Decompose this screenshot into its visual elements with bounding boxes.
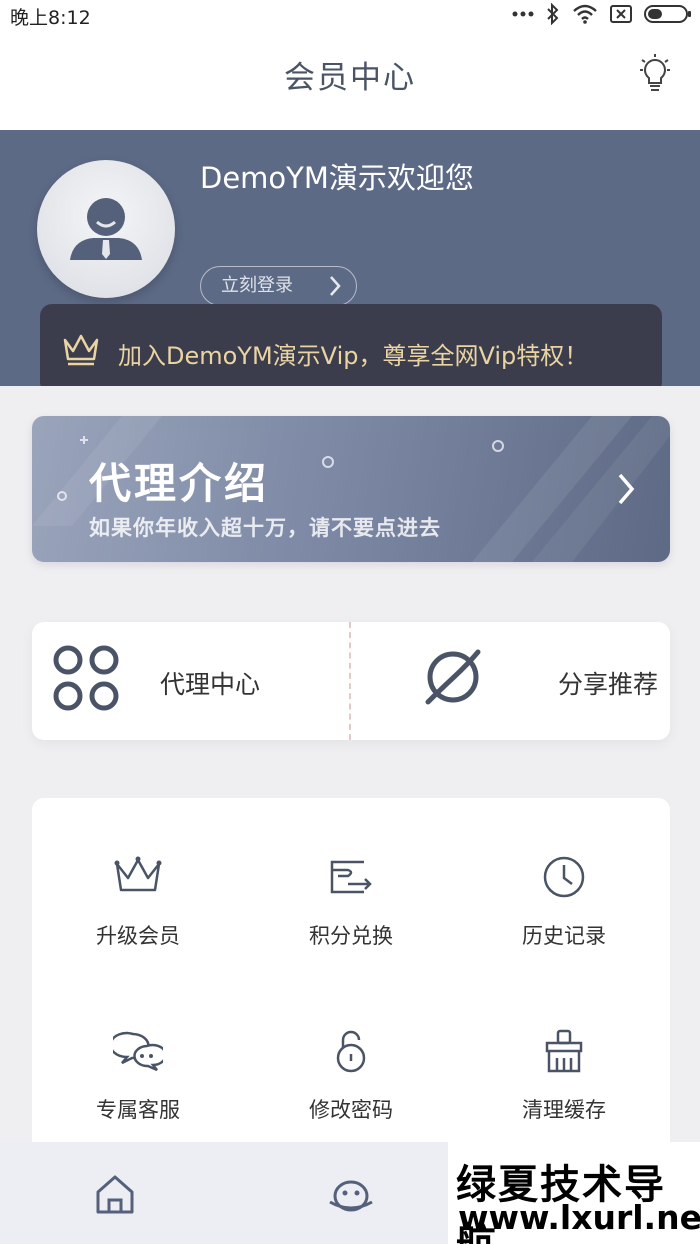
planet-icon [420, 644, 486, 714]
home-icon[interactable] [92, 1172, 138, 1222]
chevron-right-icon [616, 472, 636, 510]
vip-promo-bar[interactable]: 加入DemoYM演示Vip，尊享全网Vip特权！ [40, 304, 662, 386]
clear-cache-label: 清理缓存 [522, 1098, 606, 1122]
quick-actions-card: 代理中心 分享推荐 [32, 622, 670, 740]
page-title: 会员中心 [284, 60, 416, 96]
broom-icon [458, 1028, 670, 1078]
status-bar: 晚上8:12 [0, 0, 700, 29]
status-time: 晚上8:12 [10, 7, 91, 29]
share-recommend-button[interactable]: 分享推荐 [350, 622, 670, 740]
sim-none-icon [610, 5, 632, 23]
points-exchange-button[interactable]: 积分兑换 [245, 854, 457, 950]
lock-icon [245, 1028, 457, 1078]
agent-intro-banner[interactable]: 代理介绍 如果你年收入超十万，请不要点进去 [32, 416, 670, 562]
login-button[interactable]: 立刻登录 [200, 266, 357, 306]
chat-bubbles-icon [32, 1028, 244, 1078]
history-label: 历史记录 [522, 924, 606, 948]
points-exchange-label: 积分兑换 [309, 924, 393, 948]
lightbulb-icon[interactable] [640, 54, 670, 98]
watermark-url: www.lxurl.net [458, 1198, 700, 1237]
menu-grid-card: 升级会员 积分兑换 历史记录 专属客服 修改密码 清理缓存 [32, 798, 670, 1178]
bluetooth-icon [546, 3, 560, 25]
crown-icon [62, 332, 100, 370]
profile-header: DemoYM演示欢迎您 立刻登录 加入DemoYM演示Vip，尊享全网Vip特权… [0, 130, 700, 386]
exchange-card-icon [245, 854, 457, 904]
upgrade-member-label: 升级会员 [96, 924, 180, 948]
upgrade-member-button[interactable]: 升级会员 [32, 854, 244, 950]
watermark: 绿夏技术导航 www.lxurl.net [448, 1142, 700, 1244]
agent-center-button[interactable]: 代理中心 [32, 622, 349, 740]
vip-promo-text: 加入DemoYM演示Vip，尊享全网Vip特权！ [118, 342, 589, 370]
status-icons [512, 3, 692, 25]
crown-icon [32, 854, 244, 904]
share-recommend-label: 分享推荐 [558, 670, 659, 699]
login-label: 立刻登录 [221, 275, 293, 296]
agent-grid-icon [52, 644, 120, 716]
alien-planet-icon[interactable] [326, 1172, 376, 1222]
battery-icon [644, 4, 692, 24]
change-password-label: 修改密码 [309, 1098, 393, 1122]
customer-service-button[interactable]: 专属客服 [32, 1028, 244, 1124]
history-button[interactable]: 历史记录 [458, 854, 670, 950]
agent-center-label: 代理中心 [160, 670, 261, 699]
customer-service-label: 专属客服 [96, 1098, 180, 1122]
header: 会员中心 [0, 28, 700, 130]
clear-cache-button[interactable]: 清理缓存 [458, 1028, 670, 1124]
agent-banner-subtitle: 如果你年收入超十万，请不要点进去 [89, 516, 441, 540]
wifi-icon [572, 4, 598, 24]
clock-icon [458, 854, 670, 904]
avatar[interactable] [37, 160, 175, 298]
agent-banner-title: 代理介绍 [89, 459, 270, 508]
welcome-text: DemoYM演示欢迎您 [200, 161, 474, 195]
change-password-button[interactable]: 修改密码 [245, 1028, 457, 1124]
more-dots-icon [512, 10, 534, 18]
